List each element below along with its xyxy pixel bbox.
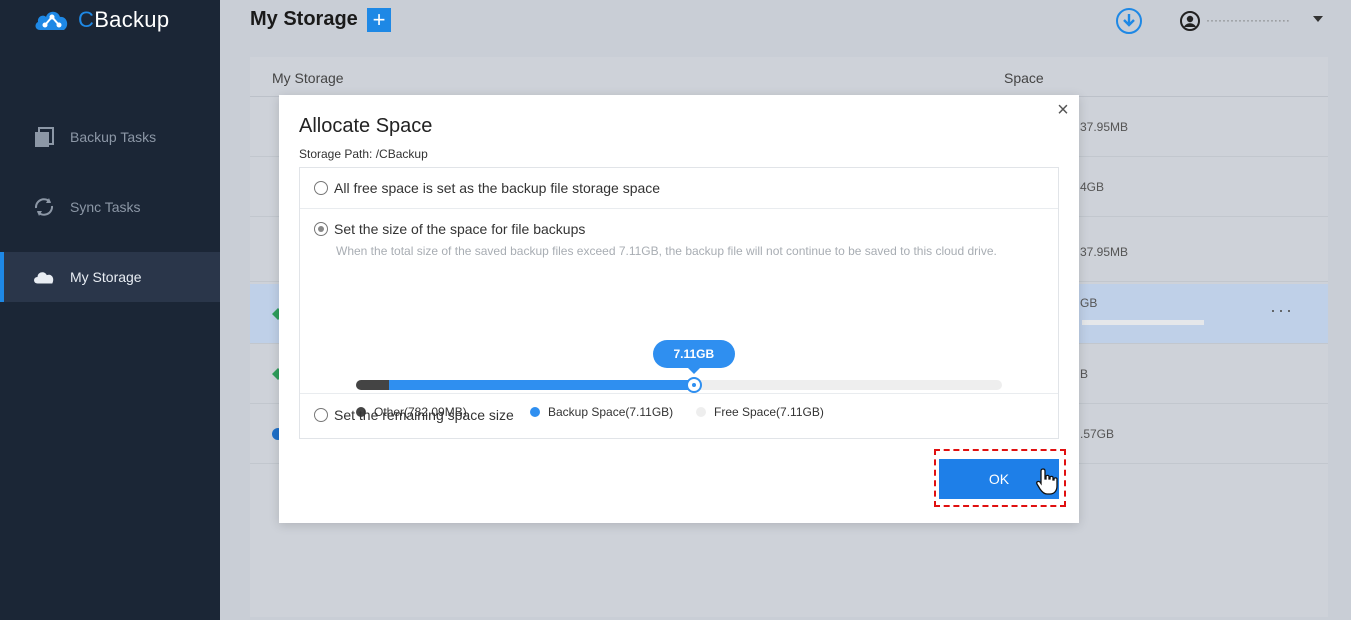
option-remaining-space[interactable]: Set the remaining space size xyxy=(300,394,1058,438)
row-space: 37.95MB xyxy=(1080,120,1129,134)
radio-set-size[interactable] xyxy=(314,222,328,236)
chevron-down-icon[interactable] xyxy=(1313,16,1323,22)
dialog-title: Allocate Space xyxy=(299,115,433,137)
backup-segment xyxy=(389,380,694,390)
cbackup-logo-icon xyxy=(35,11,68,30)
header: My Storage + ·························..… xyxy=(220,0,1351,42)
sync-icon xyxy=(34,198,54,216)
logo[interactable]: CBackup xyxy=(34,4,169,36)
other-segment xyxy=(356,380,389,390)
radio-remaining-space[interactable] xyxy=(314,408,328,422)
sidebar-item-backup-tasks[interactable]: Backup Tasks xyxy=(0,112,220,162)
sidebar-item-label: Sync Tasks xyxy=(70,199,141,215)
add-storage-button[interactable]: + xyxy=(367,8,391,32)
storage-path: Storage Path: /CBackup xyxy=(299,147,428,161)
slider-handle[interactable] xyxy=(685,377,702,393)
sidebar: CBackup Backup Tasks Sync Tasks My Stora… xyxy=(0,0,220,620)
close-icon[interactable]: × xyxy=(1055,100,1071,120)
username[interactable]: ·························... xyxy=(1206,13,1291,27)
slider-value-tooltip: 7.11GB xyxy=(652,340,735,374)
row-space: 4GB xyxy=(1080,180,1105,194)
radio-all-free-space[interactable] xyxy=(314,181,328,195)
hand-cursor-icon xyxy=(1036,468,1058,495)
row-space: .57GB xyxy=(1080,427,1115,441)
column-space: Space xyxy=(1004,70,1044,86)
download-icon[interactable] xyxy=(1116,8,1142,34)
page-title: My Storage xyxy=(250,8,358,30)
usage-bar xyxy=(1082,320,1204,325)
app-name: CBackup xyxy=(78,7,170,32)
row-space: B xyxy=(1080,367,1089,381)
space-options: All free space is set as the backup file… xyxy=(299,167,1059,439)
sidebar-item-sync-tasks[interactable]: Sync Tasks xyxy=(0,182,220,232)
option-hint: When the total size of the saved backup … xyxy=(336,244,997,258)
row-space: 37.95MB xyxy=(1080,245,1129,259)
option-label: All free space is set as the backup file… xyxy=(334,180,661,196)
row-space: GB xyxy=(1080,296,1098,310)
option-label: Set the remaining space size xyxy=(334,407,514,423)
allocate-space-dialog: × Allocate Space Storage Path: /CBackup … xyxy=(279,95,1079,523)
more-options-icon[interactable]: ··· xyxy=(1270,300,1294,321)
sidebar-item-my-storage[interactable]: My Storage xyxy=(0,252,220,302)
option-label: Set the size of the space for file backu… xyxy=(334,221,586,237)
sidebar-item-label: Backup Tasks xyxy=(70,129,157,145)
cloud-icon xyxy=(34,272,54,284)
option-all-free-space[interactable]: All free space is set as the backup file… xyxy=(300,168,1058,209)
table-header: My Storage Space xyxy=(250,57,1328,97)
backup-tasks-icon xyxy=(35,127,54,147)
option-set-size[interactable]: Set the size of the space for file backu… xyxy=(300,209,1058,419)
space-slider-track[interactable] xyxy=(356,380,1002,390)
column-my-storage: My Storage xyxy=(272,70,344,86)
avatar-icon[interactable] xyxy=(1180,11,1200,31)
sidebar-item-label: My Storage xyxy=(70,269,142,285)
